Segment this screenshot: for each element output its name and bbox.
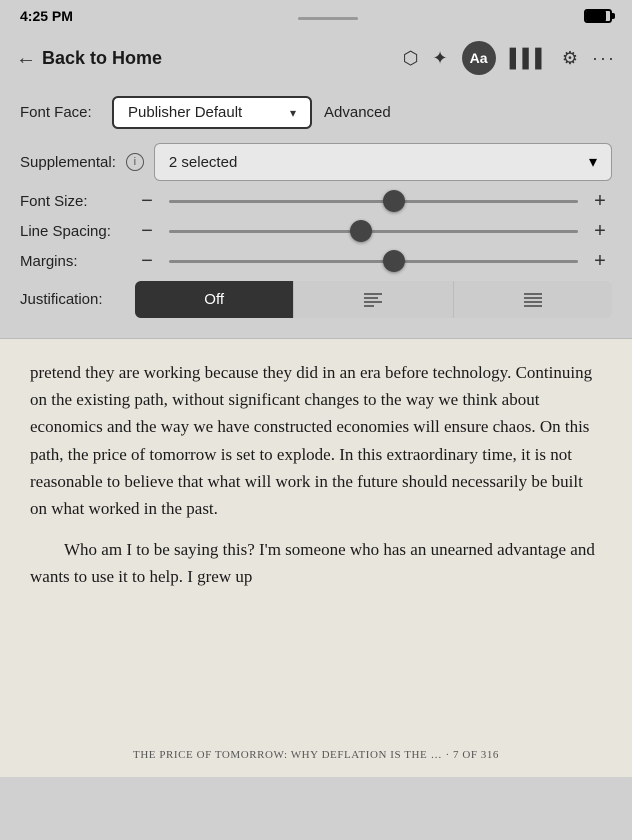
book-paragraph-1: pretend they are working because they di… [30, 359, 602, 522]
justification-off-button[interactable]: Off [135, 281, 293, 318]
nav-icons: ⬡ ✦ Aa ▌▌▌ ⚙ ··· [403, 41, 616, 75]
font-size-slider[interactable] [169, 191, 578, 211]
advanced-button[interactable]: Advanced [324, 104, 391, 121]
font-face-value: Publisher Default [128, 104, 242, 121]
margins-slider[interactable] [169, 251, 578, 271]
settings-panel: Font Face: Publisher Default ▾ Advanced … [0, 84, 632, 339]
line-spacing-label: Line Spacing: [20, 223, 125, 240]
margins-track [169, 260, 578, 263]
margins-row: Margins: − + [20, 251, 612, 271]
justification-left-button[interactable] [293, 281, 452, 318]
book-footer-text: THE PRICE OF TOMORROW: WHY DEFLATION IS … [133, 749, 499, 761]
more-icon[interactable]: ··· [592, 48, 616, 69]
line-spacing-increase-button[interactable]: + [588, 221, 612, 241]
book-footer: THE PRICE OF TOMORROW: WHY DEFLATION IS … [0, 739, 632, 777]
status-bar: 4:25 PM [0, 0, 632, 32]
font-size-label: Font Size: [20, 193, 125, 210]
book-content: pretend they are working because they di… [0, 339, 632, 739]
font-face-label: Font Face: [20, 104, 100, 121]
font-size-increase-button[interactable]: + [588, 191, 612, 211]
supplemental-label: Supplemental: [20, 154, 116, 171]
justification-full-button[interactable] [453, 281, 612, 318]
line-spacing-row: Line Spacing: − + [20, 221, 612, 241]
battery-fill [586, 11, 606, 21]
info-icon[interactable]: i [126, 153, 144, 171]
battery-icon [584, 9, 612, 23]
back-arrow-icon[interactable]: ← [16, 47, 36, 70]
status-icons [584, 9, 612, 23]
font-size-track [169, 200, 578, 203]
margins-increase-button[interactable]: + [588, 251, 612, 271]
nav-bar: ← Back to Home ⬡ ✦ Aa ▌▌▌ ⚙ ··· [0, 32, 632, 84]
font-face-row: Font Face: Publisher Default ▾ Advanced [20, 96, 612, 129]
supplemental-dropdown[interactable]: 2 selected ▾ [154, 143, 612, 181]
font-aa-button[interactable]: Aa [462, 41, 496, 75]
settings-gear-icon[interactable]: ⚙ [562, 48, 578, 69]
brightness-icon[interactable]: ✦ [433, 48, 448, 69]
margins-decrease-button[interactable]: − [135, 251, 159, 271]
book-paragraph-2: Who am I to be saying this? I'm someone … [30, 536, 602, 590]
bookmark-icon[interactable]: ⬡ [403, 48, 419, 69]
chart-icon[interactable]: ▌▌▌ [510, 48, 548, 69]
justification-label: Justification: [20, 291, 125, 308]
nav-title[interactable]: Back to Home [42, 48, 162, 69]
supplemental-value: 2 selected [169, 154, 237, 171]
supplemental-row: Supplemental: i 2 selected ▾ [20, 143, 612, 181]
line-spacing-thumb[interactable] [350, 220, 372, 242]
line-spacing-slider[interactable] [169, 221, 578, 241]
font-face-dropdown[interactable]: Publisher Default ▾ [112, 96, 312, 129]
font-face-chevron-icon: ▾ [290, 106, 296, 120]
book-text: pretend they are working because they di… [30, 359, 602, 591]
line-spacing-track [169, 230, 578, 233]
font-size-thumb[interactable] [383, 190, 405, 212]
status-notch [298, 17, 358, 20]
font-size-row: Font Size: − + [20, 191, 612, 211]
justification-row: Justification: Off [20, 281, 612, 318]
justify-left-icon [364, 293, 382, 307]
justification-options: Off [135, 281, 612, 318]
margins-label: Margins: [20, 253, 125, 270]
nav-left: ← Back to Home [16, 47, 162, 70]
status-time: 4:25 PM [20, 8, 73, 24]
line-spacing-decrease-button[interactable]: − [135, 221, 159, 241]
justify-full-icon [524, 293, 542, 307]
margins-thumb[interactable] [383, 250, 405, 272]
supplemental-chevron-icon: ▾ [589, 152, 597, 172]
font-size-decrease-button[interactable]: − [135, 191, 159, 211]
